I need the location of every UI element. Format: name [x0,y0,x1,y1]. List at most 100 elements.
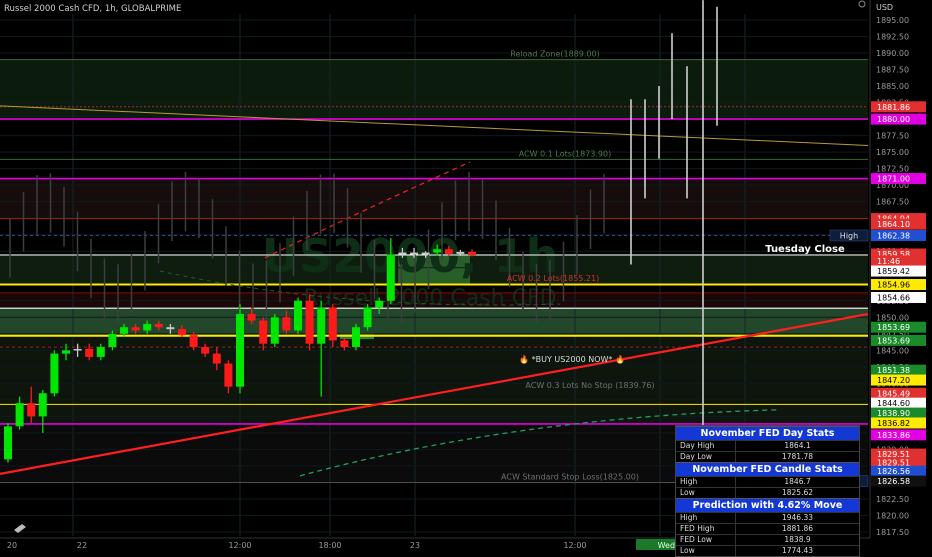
stats-row: Day Low 1781.78 [676,451,859,462]
candle-body [166,327,175,330]
price-tick-label: 1850.00 [876,313,909,322]
stats-value: 1881.86 [781,524,813,533]
price-tick-label: 1820.00 [876,511,909,520]
candle-body [201,347,210,354]
time-tick-label: 22 [77,541,87,550]
candle-body [38,393,47,417]
candle-body [143,323,152,331]
price-tick-label: 1872.50 [876,165,909,174]
time-tick-label: 12:00 [563,541,586,550]
currency-label: USD [876,3,893,12]
candle-body [120,327,128,334]
stats-key: Low [676,488,736,498]
stats-key: Day High [676,441,736,451]
stats-key: FED High [676,524,736,534]
candle-body [259,320,268,344]
level-label-acw-01-lots: ACW 0.1 Lots(1873.90) [519,149,611,158]
stats-row: Day High 1864.1 [676,440,859,451]
candle-body [375,300,384,308]
stats-header-prediction: Prediction with 4.62% Move [676,498,859,512]
level-label-acw-03-lots: ACW 0.3 Lots No Stop (1839.76) [525,381,654,390]
candle-body [131,327,140,331]
badge-1826-56-text: 1826.56 [877,467,910,476]
badge-1851-38-text: 1851.38 [877,366,910,375]
candle-body [15,403,24,427]
candle-body [317,307,326,344]
candle-body [189,335,198,348]
candle-body [224,363,233,387]
price-tick-label: 1845.00 [876,346,909,355]
badge-1854-96-text: 1854.96 [877,281,910,290]
price-tick-label: 1895.00 [876,16,909,25]
stats-key: High [676,477,736,487]
zone-band [0,178,868,219]
badge-1844-60-text: 1844.60 [877,399,910,408]
stats-row: High 1946.33 [676,512,859,523]
badge-1826-58-text: 1826.58 [877,477,910,486]
stats-value: 1864.1 [784,441,811,450]
price-tick-label: 1867.50 [876,198,909,207]
candle-body [398,252,407,255]
candle-body [212,353,221,364]
stats-prediction-rows: High 1946.33 FED High 1881.86 FED Low 1838.9 L… [676,512,859,556]
candle-body [108,333,117,348]
level-label-tuesday-close: Tuesday Close [765,244,845,255]
price-tick-label: 1887.50 [876,66,909,75]
candle-body [305,300,314,344]
level-label-reload-zone: Reload Zone(1889.00) [510,50,599,59]
candle-body [236,313,244,387]
price-tick-label: 1892.50 [876,33,909,42]
candle-body [468,251,476,256]
candle-body [247,313,256,321]
price-tick-label: 1817.50 [876,528,909,537]
stats-value: 1838.9 [784,535,811,544]
price-tick-label: 1822.50 [876,495,909,504]
level-label-acw-standard-stop: ACW Standard Stop Loss(1825.00) [501,472,639,481]
candle-body [178,329,186,336]
candle-body [410,252,418,255]
badge-1859-42-text: 1859.42 [877,267,910,276]
stats-value: 1781.78 [781,452,813,461]
badge-1847-20-text: 1847.20 [877,376,910,385]
badge-1862-38-text: 1862.38 [877,232,910,241]
badge-1871-00-text: 1871.00 [877,175,910,184]
candle-body [352,327,360,348]
stats-key: FED Low [676,535,736,545]
badge-1845-49-text: 1845.49 [877,389,910,398]
badge-1833-86-text: 1833.86 [877,431,910,440]
candle-body [73,349,82,351]
badge-1838-90-text: 1838.90 [877,409,910,418]
badge-1836-82-text: 1836.82 [877,419,910,428]
price-tick-label: 1890.00 [876,49,909,58]
badge-1881-86-text: 1881.86 [877,103,910,112]
time-tick-label: 18:00 [318,541,341,550]
candle-body [270,317,279,344]
candle-body [4,426,12,460]
high-label: High [840,232,858,241]
candle-body [328,307,337,341]
badge-1854-66-text: 1854.66 [877,293,910,302]
price-tick-label: 1885.00 [876,82,909,91]
badge-1864-10-text: 1864.10 [877,220,910,229]
stats-row: High 1846.7 [676,476,859,487]
price-tick-label: 1875.00 [876,148,909,157]
stats-value: 1825.62 [781,488,813,497]
zone-band [0,335,868,424]
symbol-title: Russel 2000 Cash CFD, 1h, GLOBALPRIME [4,4,181,14]
candle-body [294,300,302,331]
stats-row: Low 1774.43 [676,545,859,556]
watermark-sub: Russell 2000 Cash CFD [303,286,556,311]
candle-body [386,254,395,301]
candle-body [50,353,59,394]
badge-1853-69-b-text: 1853.69 [877,336,910,345]
chart-root[interactable]: US2000, 1h Russell 2000 Cash CFD Reload … [0,0,932,557]
stats-value: 1946.33 [781,513,813,522]
stats-value: 1846.7 [784,477,811,486]
candle-body [456,251,465,254]
stats-row: Low 1825.62 [676,487,859,498]
price-tick-label: 1877.50 [876,132,909,141]
candle-body [444,249,453,254]
zone-band [0,308,868,336]
stats-key: Day Low [676,452,736,462]
badge-1853-69-a-text: 1853.69 [877,323,910,332]
